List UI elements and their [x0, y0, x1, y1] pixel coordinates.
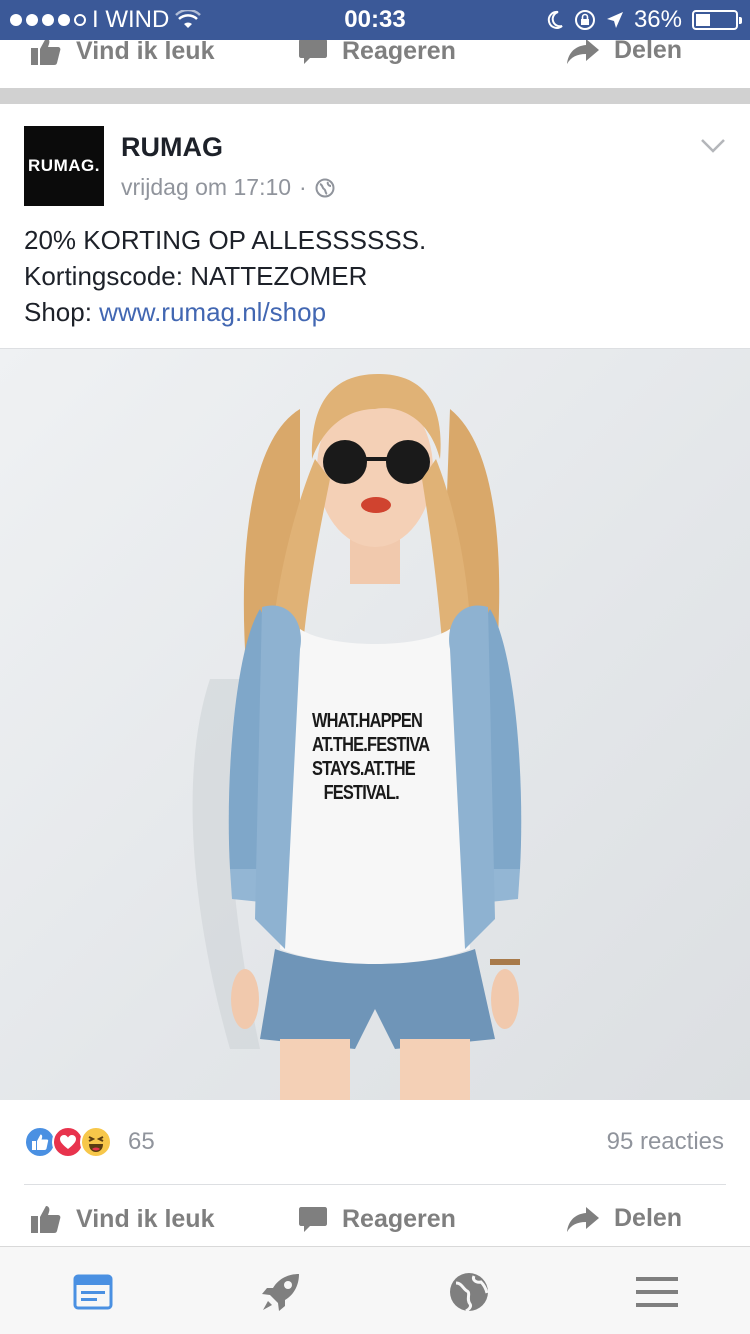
comment-button[interactable]: Reageren	[298, 1204, 456, 1234]
haha-reaction-icon	[80, 1126, 112, 1158]
rotation-lock-icon	[574, 9, 596, 31]
shirt-text-line: STAYS.AT.THE	[312, 758, 416, 780]
prev-share-label: Delen	[614, 40, 683, 64]
menu-icon[interactable]	[634, 1269, 680, 1315]
comment-icon	[298, 1204, 328, 1234]
status-bar: I WIND 00:33 36%	[0, 0, 750, 40]
prev-like-button[interactable]: Vind ik leuk	[30, 40, 214, 66]
shirt-print-text: WHAT.HAPPEN AT.THE.FESTIVA STAYS.AT.THE …	[312, 709, 430, 805]
comment-count[interactable]: 95 reacties	[607, 1128, 724, 1156]
post-timestamp[interactable]: vrijdag om 17:10	[121, 174, 291, 201]
share-arrow-icon	[566, 40, 600, 65]
news-feed-icon[interactable]	[70, 1269, 116, 1315]
reaction-count[interactable]: 65	[128, 1128, 155, 1156]
actions-divider	[24, 1184, 726, 1185]
reactions-bar[interactable]: 65 95 reacties	[0, 1100, 750, 1184]
post-text: 20% KORTING OP ALLESSSSSS. Kortingscode:…	[24, 222, 426, 330]
prev-comment-button[interactable]: Reageren	[298, 40, 456, 66]
feed-separator	[0, 88, 750, 104]
share-label: Delen	[614, 1204, 683, 1232]
page-name[interactable]: RUMAG	[121, 132, 223, 163]
globe-privacy-icon	[315, 178, 335, 198]
share-button[interactable]: Delen	[566, 1204, 682, 1233]
post-meta: vrijdag om 17:10 ·	[121, 174, 335, 201]
avatar-logo-text: RUMAG.	[28, 156, 100, 175]
post-actions: Vind ik leuk Reageren Delen	[0, 1186, 750, 1246]
bottom-navigation	[0, 1246, 750, 1334]
prev-share-button[interactable]: Delen	[566, 40, 682, 65]
prev-comment-label: Reageren	[342, 40, 456, 65]
page-avatar[interactable]: RUMAG.	[24, 126, 104, 206]
like-button[interactable]: Vind ik leuk	[30, 1204, 214, 1234]
post-photo[interactable]: WHAT.HAPPEN AT.THE.FESTIVA STAYS.AT.THE …	[0, 348, 750, 1100]
moon-icon	[546, 10, 564, 30]
meta-separator: ·	[299, 174, 307, 200]
location-arrow-icon	[606, 11, 624, 29]
post-text-line-1: 20% KORTING OP ALLESSSSSS.	[24, 225, 427, 255]
shop-link[interactable]: www.rumag.nl/shop	[99, 297, 326, 327]
shirt-text-line: AT.THE.FESTIVA	[312, 734, 430, 756]
post-header: RUMAG. RUMAG vrijdag om 17:10 · 20% KORT…	[0, 104, 750, 344]
battery-icon	[692, 10, 742, 30]
like-label: Vind ik leuk	[76, 1204, 215, 1233]
thumbs-up-icon	[30, 40, 62, 66]
reaction-icons	[24, 1126, 112, 1158]
shirt-text-line: FESTIVAL.	[323, 782, 400, 804]
comment-icon	[298, 40, 328, 66]
rocket-icon[interactable]	[258, 1269, 304, 1315]
globe-icon[interactable]	[446, 1269, 492, 1315]
share-arrow-icon	[566, 1205, 600, 1233]
post-text-line-3: Shop: www.rumag.nl/shop	[24, 294, 426, 330]
comment-label: Reageren	[342, 1204, 456, 1233]
thumbs-up-icon	[30, 1204, 62, 1234]
chevron-down-icon[interactable]	[700, 138, 726, 159]
post-text-line-2: Kortingscode: NATTEZOMER	[24, 261, 368, 291]
previous-post-actions: Vind ik leuk Reageren Delen	[0, 40, 750, 88]
shop-label: Shop:	[24, 297, 100, 327]
shirt-text-line: WHAT.HAPPEN	[312, 710, 423, 732]
prev-like-label: Vind ik leuk	[76, 40, 215, 65]
battery-percent: 36%	[633, 6, 682, 33]
